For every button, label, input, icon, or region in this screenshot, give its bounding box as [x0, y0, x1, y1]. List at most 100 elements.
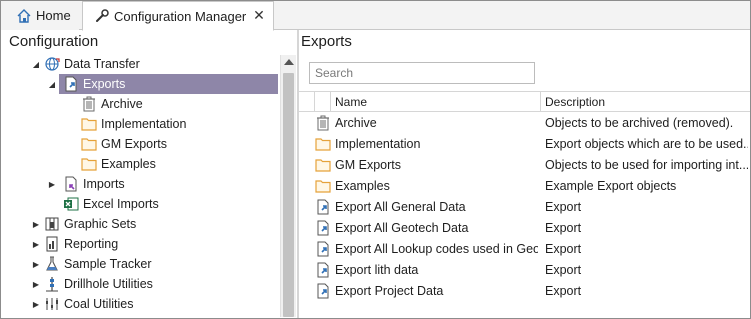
cell-name: Export lith data [335, 263, 419, 277]
folder-icon [81, 116, 97, 132]
grid-header: Name Description [299, 92, 750, 112]
table-row[interactable]: Export Project Data Export [299, 281, 750, 302]
report-icon [44, 236, 60, 252]
search-input[interactable] [309, 62, 535, 84]
tree-item[interactable]: ▶ Imports [1, 174, 280, 194]
cell-name: Export All General Data [335, 200, 466, 214]
import-doc-icon [63, 176, 79, 192]
cell-name: Export All Lookup codes used in Geo... [335, 242, 538, 256]
expand-arrow-icon[interactable]: ▶ [31, 239, 41, 249]
exports-pane-title: Exports [301, 33, 352, 50]
tree-item[interactable]: Excel Imports [1, 194, 280, 214]
configuration-pane: Configuration ◢ Data Transfer ◢ Exports Arch… [1, 30, 297, 318]
tab-configuration-manager-label: Configuration Manager [114, 8, 247, 24]
cell-description: Export [545, 200, 582, 214]
expand-arrow-icon[interactable]: ▶ [31, 219, 41, 229]
cell-description: Example Export objects [545, 179, 677, 193]
scroll-up-icon[interactable] [284, 59, 294, 65]
folder-icon [81, 156, 97, 172]
cell-name: GM Exports [335, 158, 401, 172]
cell-name: Export All Geotech Data [335, 221, 469, 235]
table-row[interactable]: Export All Lookup codes used in Geo... Ex… [299, 239, 750, 260]
tree-item[interactable]: ◢ Exports [1, 74, 280, 94]
flask-icon [44, 256, 60, 272]
tree-item[interactable]: Examples [1, 154, 280, 174]
table-row[interactable]: Implementation Export objects which are t… [299, 134, 750, 155]
cell-description: Export [545, 242, 582, 256]
cell-name: Archive [335, 116, 377, 130]
drillhole-icon [44, 276, 60, 292]
expand-arrow-icon[interactable]: ▶ [31, 279, 41, 289]
table-row[interactable]: Export All General Data Export [299, 197, 750, 218]
tree-item[interactable]: ▶ Sample Tracker [1, 254, 280, 274]
column-header-name[interactable]: Name [335, 95, 367, 109]
tree-item-label: Examples [101, 157, 156, 171]
tree-item-label: Exports [83, 77, 126, 91]
cell-name: Implementation [335, 137, 421, 151]
tab-configuration-manager[interactable]: Configuration Manager ✕ [82, 1, 274, 31]
scrollbar-thumb[interactable] [283, 73, 294, 317]
tree-item[interactable]: GM Exports [1, 134, 280, 154]
graphic-sets-icon [44, 216, 60, 232]
close-icon[interactable]: ✕ [253, 8, 265, 22]
export-doc-icon [315, 199, 331, 215]
coal-icon [44, 296, 60, 312]
cell-description: Export objects which are to be used... [545, 137, 748, 151]
collapse-arrow-icon[interactable]: ◢ [31, 59, 41, 69]
tree-item[interactable]: Implementation [1, 114, 280, 134]
trash-icon [81, 96, 97, 112]
tree-item-label: Drillhole Utilities [64, 277, 153, 291]
table-row[interactable]: GM Exports Objects to be used for importi… [299, 155, 750, 176]
configuration-manager-window: Home Configuration Manager ✕ Configurati… [0, 0, 751, 319]
tab-home-label: Home [36, 8, 71, 23]
wrench-icon [93, 7, 111, 25]
expand-arrow-icon[interactable]: ▶ [31, 299, 41, 309]
folder-icon [315, 157, 331, 173]
column-header-description[interactable]: Description [545, 95, 605, 109]
export-doc-icon [315, 262, 331, 278]
cell-description: Export [545, 284, 582, 298]
header-spacer [299, 92, 315, 112]
collapse-arrow-icon[interactable]: ◢ [47, 79, 57, 89]
export-doc-icon [315, 283, 331, 299]
export-doc-icon [63, 76, 79, 92]
tree-item[interactable]: Archive [1, 94, 280, 114]
configuration-pane-title: Configuration [9, 33, 99, 50]
expand-arrow-icon[interactable]: ▶ [31, 259, 41, 269]
tree-item-label: Sample Tracker [64, 257, 152, 271]
table-row[interactable]: Archive Objects to be archived (removed). [299, 113, 750, 134]
tree-item-label: Implementation [101, 117, 187, 131]
cell-description: Objects to be archived (removed). [545, 116, 734, 130]
cell-description: Objects to be used for importing int... [545, 158, 748, 172]
tree-item[interactable]: ◢ Data Transfer [1, 54, 280, 74]
excel-icon [63, 196, 79, 212]
cell-name: Export Project Data [335, 284, 444, 298]
tab-strip: Home Configuration Manager ✕ [1, 1, 750, 31]
tree-item[interactable]: ▶ Drillhole Utilities [1, 274, 280, 294]
tree-item-label: Imports [83, 177, 125, 191]
table-row[interactable]: Export All Geotech Data Export [299, 218, 750, 239]
header-icon-column [315, 92, 331, 112]
tree-item[interactable]: ▶ Graphic Sets [1, 214, 280, 234]
tree-item-label: GM Exports [101, 137, 167, 151]
folder-icon [315, 136, 331, 152]
expand-arrow-icon[interactable]: ▶ [47, 179, 57, 189]
tab-home[interactable]: Home [1, 1, 79, 30]
tree-scrollbar[interactable] [280, 55, 296, 317]
trash-icon [315, 115, 331, 131]
tree-item-label: Reporting [64, 237, 119, 251]
tree-item[interactable]: ▶ Coal Utilities [1, 294, 280, 314]
export-doc-icon [315, 220, 331, 236]
home-icon [15, 7, 33, 25]
column-separator[interactable] [540, 92, 541, 112]
tree-item[interactable]: ▶ Reporting [1, 234, 280, 254]
globe-arrows-icon [44, 56, 60, 72]
exports-pane: Exports Name Description Archive Objects … [299, 30, 750, 318]
table-row[interactable]: Examples Example Export objects [299, 176, 750, 197]
tree-item-label: Archive [101, 97, 143, 111]
exports-grid: Name Description Archive Objects to be ar… [299, 91, 750, 318]
tree-item-label: Data Transfer [64, 57, 140, 71]
export-doc-icon [315, 241, 331, 257]
configuration-tree: ◢ Data Transfer ◢ Exports Archive Implementat… [1, 54, 280, 318]
table-row[interactable]: Export lith data Export [299, 260, 750, 281]
